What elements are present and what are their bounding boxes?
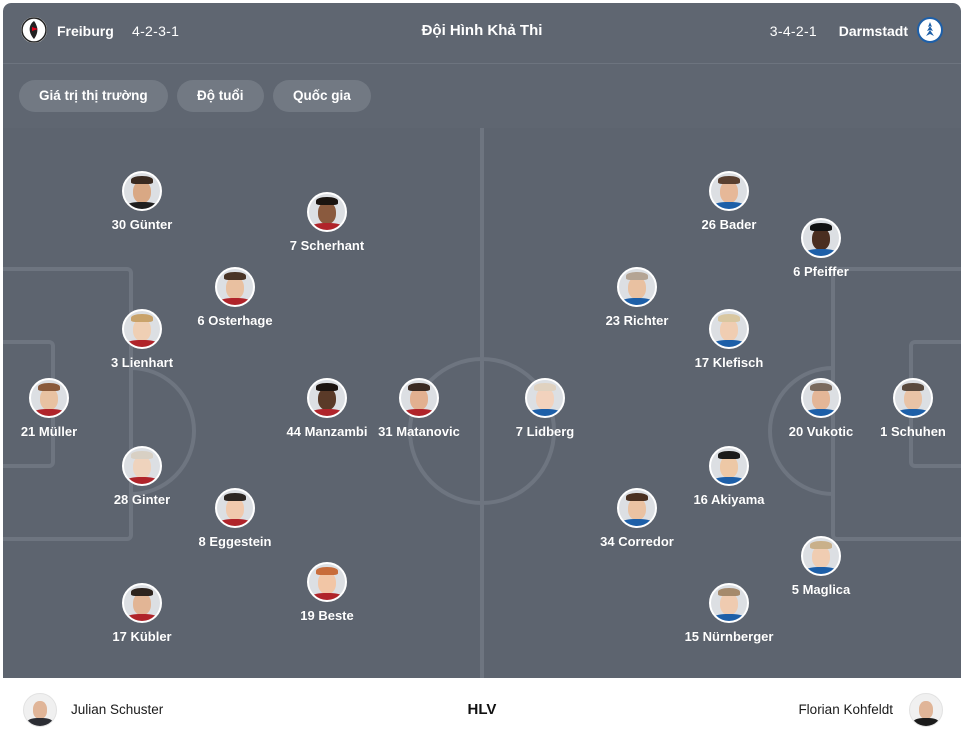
player-name: 8 Eggestein [198, 534, 272, 549]
player-avatar [399, 378, 439, 418]
away-player[interactable]: 15 Nürnberger [659, 583, 799, 645]
player-name: 34 Corredor [600, 534, 674, 549]
page-title: Đội Hình Khả Thi [421, 22, 543, 39]
player-avatar [215, 488, 255, 528]
home-player[interactable]: 30 Günter [72, 171, 212, 233]
player-avatar [617, 267, 657, 307]
player-name: 31 Matanovic [378, 424, 460, 439]
home-player[interactable]: 8 Eggestein [165, 488, 305, 550]
home-player[interactable]: 6 Osterhage [165, 267, 305, 329]
player-avatar [307, 562, 347, 602]
player-name: 30 Günter [111, 217, 173, 232]
player-name: 6 Pfeiffer [793, 264, 849, 279]
player-avatar [709, 171, 749, 211]
away-player[interactable]: 34 Corredor [567, 488, 707, 550]
player-name: 26 Bader [701, 217, 757, 232]
player-avatar [215, 267, 255, 307]
lineup-card: Freiburg 4-2-3-1 Đội Hình Khả Thi 3-4-2-… [3, 3, 961, 740]
away-formation: 3-4-2-1 [769, 23, 817, 39]
player-avatar [122, 446, 162, 486]
player-name: 3 Lienhart [110, 355, 174, 370]
coach-bar: Julian Schuster HLV Florian Kohfeldt [3, 678, 961, 740]
filter-age-button[interactable]: Độ tuổi [177, 80, 264, 112]
player-avatar [525, 378, 565, 418]
away-player[interactable]: 20 Vukotic [751, 378, 891, 440]
away-player[interactable]: 23 Richter [567, 267, 707, 329]
player-avatar [307, 378, 347, 418]
player-name: 17 Klefisch [694, 355, 764, 370]
player-name: 6 Osterhage [197, 313, 273, 328]
player-avatar [122, 583, 162, 623]
player-avatar [122, 309, 162, 349]
player-name: 21 Müller [20, 424, 78, 439]
filter-nationality-button[interactable]: Quốc gia [273, 80, 371, 112]
player-avatar [307, 192, 347, 232]
pitch: 21 Müller 30 Günter 3 Lienhart 28 Ginter 17 … [3, 128, 961, 678]
away-team-name[interactable]: Darmstadt [839, 23, 908, 39]
player-avatar [801, 218, 841, 258]
player-avatar [709, 583, 749, 623]
player-name: 20 Vukotic [788, 424, 854, 439]
home-player[interactable]: 31 Matanovic [349, 378, 489, 440]
away-coach-avatar[interactable] [909, 693, 943, 727]
lineup-header: Freiburg 4-2-3-1 Đội Hình Khả Thi 3-4-2-… [3, 3, 961, 64]
player-avatar [801, 536, 841, 576]
player-avatar [709, 309, 749, 349]
player-name: 7 Scherhant [289, 238, 365, 253]
player-avatar [801, 378, 841, 418]
away-coach-name[interactable]: Florian Kohfeldt [798, 702, 893, 717]
player-avatar [29, 378, 69, 418]
home-player[interactable]: 19 Beste [257, 562, 397, 624]
home-player[interactable]: 21 Müller [3, 378, 119, 440]
darmstadt-crest-icon[interactable] [917, 17, 943, 43]
home-player[interactable]: 17 Kübler [72, 583, 212, 645]
player-avatar [893, 378, 933, 418]
player-name: 23 Richter [605, 313, 669, 328]
player-avatar [709, 446, 749, 486]
away-player[interactable]: 26 Bader [659, 171, 799, 233]
player-name: 15 Nürnberger [684, 629, 774, 644]
player-name: 7 Lidberg [515, 424, 575, 439]
filter-bar: Giá trị thị trường Độ tuổi Quốc gia [3, 64, 961, 128]
player-name: 19 Beste [300, 608, 354, 623]
player-avatar [617, 488, 657, 528]
filter-market-value-button[interactable]: Giá trị thị trường [19, 80, 168, 112]
home-player[interactable]: 7 Scherhant [257, 192, 397, 254]
player-avatar [122, 171, 162, 211]
player-name: 17 Kübler [112, 629, 172, 644]
away-player[interactable]: 7 Lidberg [475, 378, 615, 440]
